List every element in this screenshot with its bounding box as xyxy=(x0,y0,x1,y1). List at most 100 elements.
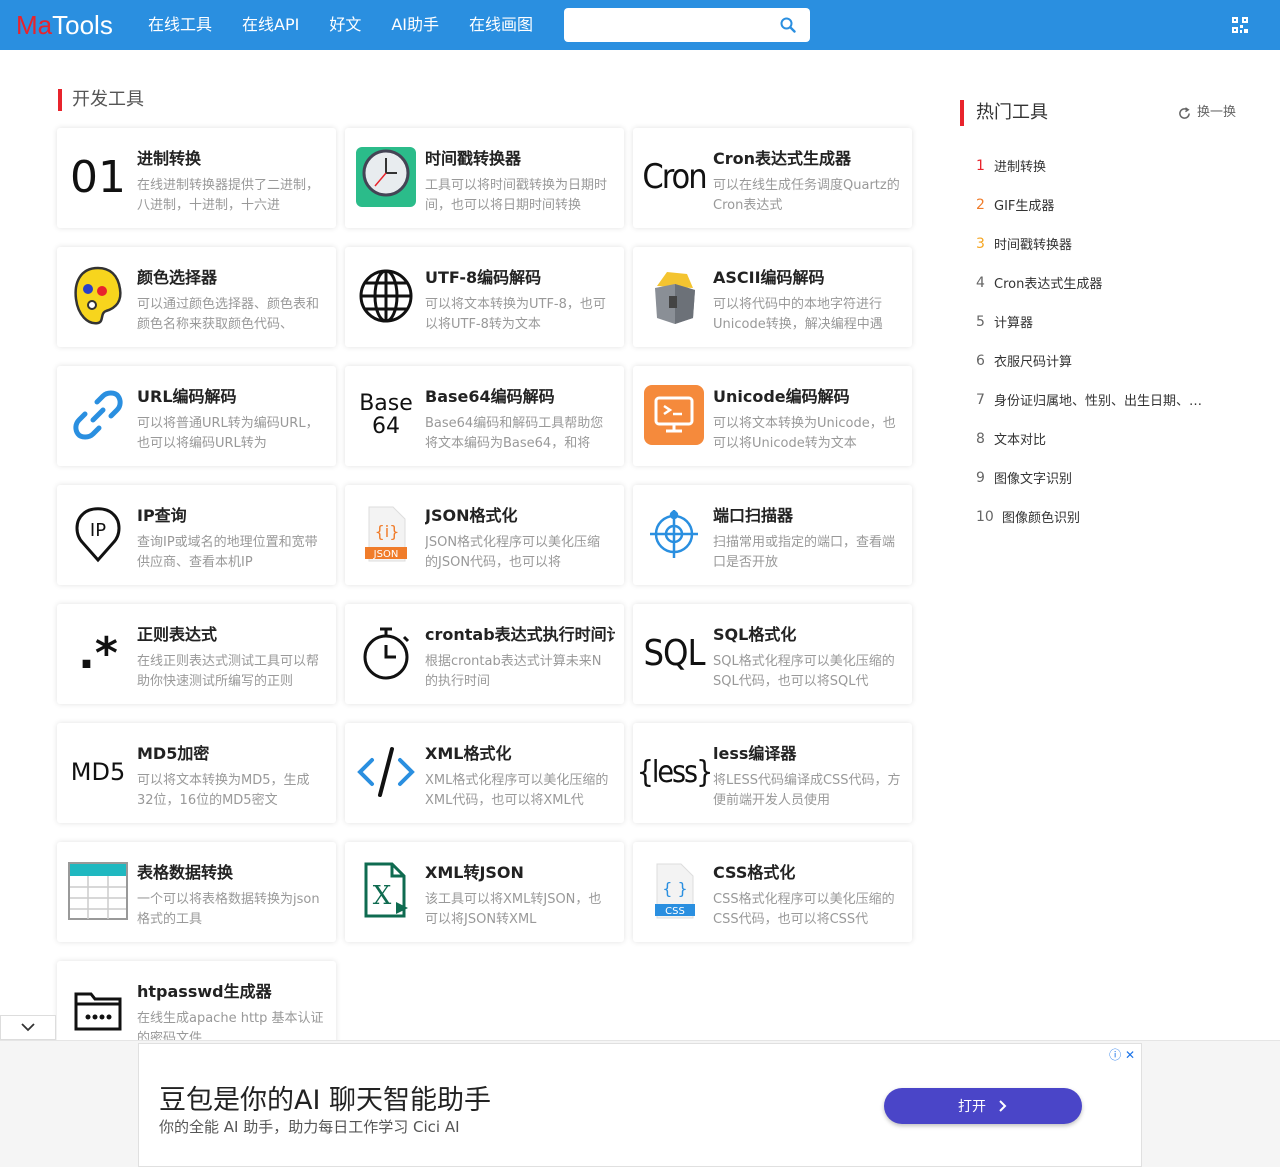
nav-online-tools[interactable]: 在线工具 xyxy=(148,0,212,50)
globe-icon xyxy=(355,265,417,327)
base64-text-line2: 64 xyxy=(372,414,400,439)
list-item[interactable]: 1 进制转换 xyxy=(976,146,1236,185)
json-file-label: JSON xyxy=(373,549,399,560)
cron-text-icon: Cron xyxy=(642,157,707,197)
tool-card[interactable]: Base 64 Base64编码解码 Base64编码和解码工具帮助您将文本编码… xyxy=(345,366,624,466)
tool-desc: 将LESS代码编译成CSS代码，方便前端开发人员使用 xyxy=(713,773,901,808)
search-box xyxy=(564,8,810,42)
tool-card[interactable]: MD5 MD5加密 可以将文本转换为MD5，生成32位，16位的MD5密文 xyxy=(57,723,336,823)
svg-text:{i}: {i} xyxy=(375,522,400,541)
tool-desc: 可以将普通URL转为编码URL，也可以将编码URL转为 xyxy=(137,416,319,451)
rank-number: 3 xyxy=(976,235,985,252)
less-text-icon: {less} xyxy=(636,754,714,790)
xml-file-icon: X xyxy=(355,860,417,922)
rank-number: 8 xyxy=(976,430,985,447)
tool-desc: SQL格式化程序可以美化压缩的SQL代码，也可以将SQL代 xyxy=(713,654,895,689)
tool-card[interactable]: URL编码解码 可以将普通URL转为编码URL，也可以将编码URL转为 xyxy=(57,366,336,466)
rank-number: 1 xyxy=(976,157,985,174)
tool-name: IP查询 xyxy=(137,506,187,525)
tool-desc: 在线进制转换器提供了二进制，八进制，十进制，十六进 xyxy=(137,178,320,213)
tool-card[interactable]: ASCII编码解码 可以将代码中的本地字符进行Unicode转换，解决编程中遇 xyxy=(633,247,912,347)
rank-number: 6 xyxy=(976,352,985,369)
svg-text:X: X xyxy=(373,881,392,911)
refresh-icon xyxy=(1179,106,1190,119)
tool-desc: 可以将文本转换为MD5，生成32位，16位的MD5密文 xyxy=(137,773,310,808)
list-item[interactable]: 8 文本对比 xyxy=(976,419,1236,458)
rank-number: 2 xyxy=(976,196,985,213)
list-item[interactable]: 6 衣服尺码计算 xyxy=(976,341,1236,380)
ad-collapse-button[interactable] xyxy=(0,1015,56,1040)
list-item[interactable]: 10 图像颜色识别 xyxy=(976,497,1236,536)
list-item[interactable]: 3 时间戳转换器 xyxy=(976,224,1236,263)
chevron-right-icon xyxy=(999,1100,1007,1112)
nav-online-api[interactable]: 在线API xyxy=(242,0,299,50)
tool-card[interactable]: 表格数据转换 一个可以将表格数据转换为json格式的工具 xyxy=(57,842,336,942)
rank-label: Cron表达式生成器 xyxy=(994,277,1103,292)
tool-desc: 查询IP或域名的地理位置和宽带供应商、查看本机IP xyxy=(137,535,318,570)
tool-name: 颜色选择器 xyxy=(137,268,218,287)
nav-articles[interactable]: 好文 xyxy=(329,0,361,50)
search-input[interactable] xyxy=(572,14,772,36)
qrcode-icon[interactable] xyxy=(1232,17,1248,33)
search-icon[interactable] xyxy=(780,17,796,33)
tool-name: 正则表达式 xyxy=(137,625,218,644)
list-item[interactable]: 2 GIF生成器 xyxy=(976,185,1236,224)
nav-online-drawing[interactable]: 在线画图 xyxy=(469,0,533,50)
base64-text-icon: Base 64 xyxy=(355,384,417,446)
refresh-button[interactable]: 换一换 xyxy=(1178,104,1236,122)
hot-tools-list: 1 进制转换 2 GIF生成器 3 时间戳转换器 4 Cron表达式生成器 5 计算器 6… xyxy=(976,146,1236,536)
rank-label: 衣服尺码计算 xyxy=(994,355,1073,370)
nav-ai-assistant[interactable]: AI助手 xyxy=(391,0,439,50)
tool-card[interactable]: X XML转JSON 该工具可以将XML转JSON，也可以将JSON转XML xyxy=(345,842,624,942)
list-item[interactable]: 9 图像文字识别 xyxy=(976,458,1236,497)
tool-card[interactable]: XML格式化 XML格式化程序可以美化压缩的XML代码，也可以将XML代 xyxy=(345,723,624,823)
ad-close-icon[interactable]: ⓘ ✕ xyxy=(1109,1046,1135,1063)
tool-card[interactable]: UTF-8编码解码 可以将文本转换为UTF-8，也可以将UTF-8转为文本 xyxy=(345,247,624,347)
svg-text:{ }: { } xyxy=(662,879,687,898)
chevron-down-icon xyxy=(21,1023,35,1032)
tool-name: Cron表达式生成器 xyxy=(713,149,852,168)
tool-card[interactable]: SQL SQL格式化 SQL格式化程序可以美化压缩的SQL代码，也可以将SQL代 xyxy=(633,604,912,704)
crosshair-icon xyxy=(643,503,705,565)
tool-card[interactable]: {less} less编译器 将LESS代码编译成CSS代码，方便前端开发人员使… xyxy=(633,723,912,823)
tool-card[interactable]: crontab表达式执行时间计 根据crontab表达式计算未来N的执行时间 xyxy=(345,604,624,704)
tool-desc: XML格式化程序可以美化压缩的XML代码，也可以将XML代 xyxy=(425,773,609,808)
stopwatch-icon xyxy=(355,622,417,684)
rank-number: 5 xyxy=(976,313,985,330)
regex-icon: .* xyxy=(78,627,118,679)
tool-desc: 扫描常用或指定的端口，查看端口是否开放 xyxy=(713,535,896,570)
rank-label: GIF生成器 xyxy=(994,199,1055,214)
tool-card[interactable]: { } CSS CSS格式化 CSS格式化程序可以美化压缩的CSS代码，也可以将C… xyxy=(633,842,912,942)
tool-desc: 一个可以将表格数据转换为json格式的工具 xyxy=(137,892,320,927)
ad-open-label: 打开 xyxy=(958,1099,986,1115)
tool-card[interactable]: Unicode编码解码 可以将文本转换为Unicode，也可以将Unicode转… xyxy=(633,366,912,466)
tool-card[interactable]: Cron Cron表达式生成器 可以在线生成任务调度Quartz的Cron表达式 xyxy=(633,128,912,228)
list-item[interactable]: 5 计算器 xyxy=(976,302,1236,341)
rank-number: 9 xyxy=(976,469,985,486)
tool-card[interactable]: {i} JSON JSON格式化 JSON格式化程序可以美化压缩的JSON代码，也… xyxy=(345,485,624,585)
section-title: 开发工具 xyxy=(58,89,144,111)
rank-label: 计算器 xyxy=(994,316,1034,331)
tool-name: Unicode编码解码 xyxy=(713,387,850,406)
refresh-label: 换一换 xyxy=(1197,105,1237,120)
tool-card[interactable]: .* 正则表达式 在线正则表达式测试工具可以帮助你快速测试所编写的正则 xyxy=(57,604,336,704)
tool-name: Base64编码解码 xyxy=(425,387,555,406)
tool-card[interactable]: 端口扫描器 扫描常用或指定的端口，查看端口是否开放 xyxy=(633,485,912,585)
link-icon xyxy=(67,384,129,446)
tool-card[interactable]: 颜色选择器 可以通过颜色选择器、颜色表和颜色名称来获取颜色代码、 xyxy=(57,247,336,347)
tool-name: XML转JSON xyxy=(425,863,524,882)
list-item[interactable]: 7 身份证归属地、性别、出生日期、… xyxy=(976,380,1236,419)
ad-title: 豆包是你的AI 聊天智能助手 xyxy=(159,1085,492,1116)
tool-card[interactable]: IP IP查询 查询IP或域名的地理位置和宽带供应商、查看本机IP xyxy=(57,485,336,585)
lock-box-icon xyxy=(643,265,705,327)
code-icon xyxy=(355,741,417,803)
ad-banner[interactable]: ⓘ ✕ 豆包是你的AI 聊天智能助手 你的全能 AI 助手，助力每日工作学习 C… xyxy=(138,1043,1142,1167)
ad-open-button[interactable]: 打开 xyxy=(884,1088,1082,1124)
rank-label: 身份证归属地、性别、出生日期、… xyxy=(994,394,1203,409)
tool-card[interactable]: 01 进制转换 在线进制转换器提供了二进制，八进制，十进制，十六进 xyxy=(57,128,336,228)
list-item[interactable]: 4 Cron表达式生成器 xyxy=(976,263,1236,302)
tool-name: 时间戳转换器 xyxy=(425,149,522,168)
tool-card[interactable]: 时间戳转换器 工具可以将时间戳转换为日期时间，也可以将日期时间转换 xyxy=(345,128,624,228)
site-logo[interactable]: MaTools xyxy=(16,9,113,41)
tool-name: MD5加密 xyxy=(137,744,210,763)
